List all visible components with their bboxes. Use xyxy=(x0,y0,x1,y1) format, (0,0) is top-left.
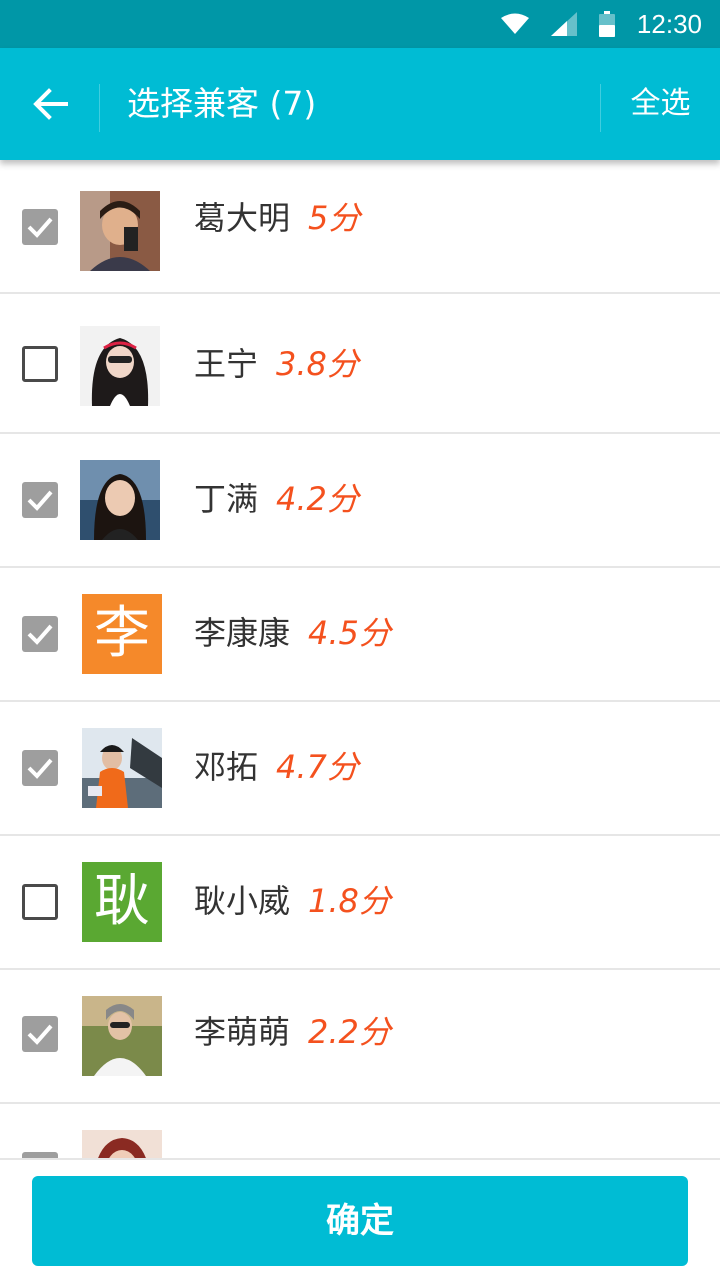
list-item[interactable]: 耿 耿小威 1.8分 xyxy=(0,836,720,970)
worker-name: 葛大明 xyxy=(194,199,291,237)
wifi-icon xyxy=(500,13,529,34)
worker-name: 邓拓 xyxy=(194,748,259,786)
avatar xyxy=(82,996,162,1076)
checkbox-checked[interactable] xyxy=(22,482,58,518)
worker-score: 2.2分 xyxy=(308,1013,391,1051)
list-item[interactable] xyxy=(0,1104,720,1158)
list-item-text: 耿小威 1.8分 xyxy=(194,834,391,968)
avatar xyxy=(82,1130,162,1158)
list-item[interactable]: 丁满 4.2分 xyxy=(0,434,720,568)
battery-icon xyxy=(598,11,615,37)
bottom-bar: 确定 xyxy=(0,1158,720,1280)
avatar xyxy=(80,326,160,406)
list-item-text: 李萌萌 2.2分 xyxy=(194,965,391,1099)
list-item-text: 邓拓 4.7分 xyxy=(194,700,359,834)
avatar xyxy=(80,460,160,540)
checkbox-checked[interactable] xyxy=(22,209,58,245)
status-time: 12:30 xyxy=(636,8,702,39)
list-item-text: 丁满 4.2分 xyxy=(194,432,359,566)
list-item[interactable]: 李萌萌 2.2分 xyxy=(0,970,720,1104)
checkbox-checked[interactable] xyxy=(22,1016,58,1052)
back-button[interactable] xyxy=(0,48,100,160)
list-item[interactable]: 葛大明 5分 xyxy=(0,160,720,294)
checkbox-unchecked[interactable] xyxy=(22,884,58,920)
list-item-text: 葛大明 5分 xyxy=(194,160,360,285)
letter-avatar: 耿 xyxy=(82,862,162,942)
checkbox-checked[interactable] xyxy=(22,750,58,786)
list-item[interactable]: 王宁 3.8分 xyxy=(0,300,720,434)
worker-name: 李萌萌 xyxy=(194,1013,291,1051)
avatar xyxy=(82,728,162,808)
checkbox-checked[interactable] xyxy=(22,616,58,652)
check-icon xyxy=(27,1024,53,1045)
worker-name: 丁满 xyxy=(194,480,259,518)
worker-score: 4.2分 xyxy=(276,480,359,518)
page-title: 选择兼客 (7) xyxy=(127,84,317,123)
worker-score: 4.7分 xyxy=(276,748,359,786)
worker-name: 李康康 xyxy=(194,614,291,652)
worker-score: 3.8分 xyxy=(276,345,359,383)
avatar xyxy=(80,191,160,271)
confirm-button[interactable]: 确定 xyxy=(32,1176,688,1266)
check-icon xyxy=(27,217,53,238)
letter-avatar: 李 xyxy=(82,594,162,674)
worker-score: 1.8分 xyxy=(308,882,391,920)
worker-name: 耿小威 xyxy=(194,882,291,920)
app-bar: 选择兼客 (7) 全选 xyxy=(0,48,720,160)
cellular-signal-icon xyxy=(550,12,577,36)
list-item-text xyxy=(194,1102,212,1158)
list-item-text: 王宁 3.8分 xyxy=(194,297,359,431)
select-all-button[interactable]: 全选 xyxy=(601,48,720,160)
worker-list[interactable]: 葛大明 5分 王宁 3.8分 丁满 4.2分 李 李康康 4.5分 邓拓 4.7… xyxy=(0,160,720,1158)
checkbox-unchecked[interactable] xyxy=(22,346,58,382)
check-icon xyxy=(27,490,53,511)
check-icon xyxy=(27,624,53,645)
worker-name: 王宁 xyxy=(194,345,259,383)
status-bar: 12:30 xyxy=(0,0,720,48)
worker-score: 4.5分 xyxy=(308,614,391,652)
list-item[interactable]: 邓拓 4.7分 xyxy=(0,702,720,836)
worker-score: 5分 xyxy=(308,199,361,237)
app-bar-divider xyxy=(99,84,100,132)
list-item[interactable]: 李 李康康 4.5分 xyxy=(0,568,720,702)
list-item-text: 李康康 4.5分 xyxy=(194,566,391,700)
back-arrow-icon xyxy=(33,88,68,120)
check-icon xyxy=(27,758,53,779)
